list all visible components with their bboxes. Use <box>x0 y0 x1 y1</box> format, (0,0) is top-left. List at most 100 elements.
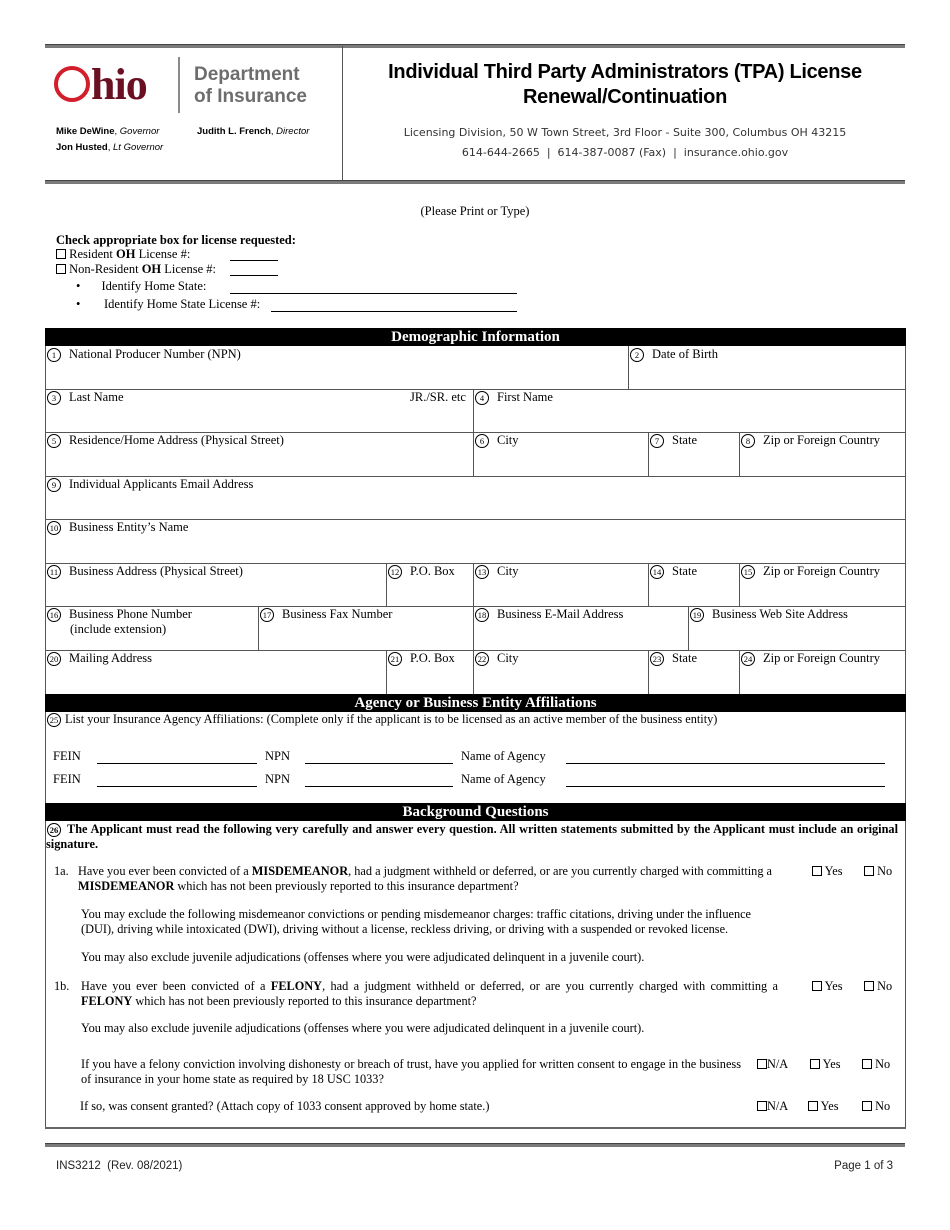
affiliations-section-header: Agency or Business Entity Affiliations <box>45 694 906 712</box>
question-1033-yes[interactable]: Yes <box>810 1057 841 1072</box>
field-mailing-state[interactable]: 23 State <box>648 650 740 695</box>
fein-input[interactable] <box>97 786 257 787</box>
print-note: (Please Print or Type) <box>420 204 530 218</box>
field-residence-address[interactable]: 5 Residence/Home Address (Physical Street… <box>45 432 474 477</box>
npn-input[interactable] <box>305 786 453 787</box>
question-consent-na[interactable]: N/A <box>757 1099 788 1114</box>
field-number-icon: 2 <box>630 348 644 362</box>
question-consent-text: If so, was consent granted? (Attach copy… <box>80 1099 490 1113</box>
checkbox[interactable] <box>812 866 822 876</box>
field-number-icon: 21 <box>388 652 402 666</box>
field-number-icon: 16 <box>47 608 61 622</box>
checkbox[interactable] <box>864 866 874 876</box>
question-1b-number: 1b. <box>54 979 70 993</box>
field-business-website[interactable]: 19 Business Web Site Address <box>688 606 906 651</box>
field-business-state[interactable]: 14 State <box>648 563 740 607</box>
question-1a-no[interactable]: No <box>864 864 892 879</box>
question-1a-yes[interactable]: Yes <box>812 864 843 879</box>
nonresident-checkbox[interactable] <box>56 264 66 274</box>
home-state-bullet: • Identify Home State: <box>76 279 207 293</box>
question-1033-no[interactable]: No <box>862 1057 890 1072</box>
field-business-po-box[interactable]: 12 P.O. Box <box>386 563 474 607</box>
field-business-entity-name[interactable]: 10 Business Entity’s Name <box>45 519 906 564</box>
resident-option: Resident OH License #: <box>56 247 190 262</box>
field-business-email[interactable]: 18 Business E-Mail Address <box>473 606 689 651</box>
agency-name-input[interactable] <box>566 786 885 787</box>
field-number-icon: 19 <box>690 608 704 622</box>
resident-license-input[interactable] <box>230 260 278 261</box>
field-business-address[interactable]: 11 Business Address (Physical Street) <box>45 563 387 607</box>
field-number-icon: 8 <box>741 434 755 448</box>
field-residence-city[interactable]: 6 City <box>473 432 649 477</box>
field-business-phone[interactable]: 16 Business Phone Number (include extensio… <box>45 606 259 651</box>
checkbox[interactable] <box>864 981 874 991</box>
field-number-icon: 6 <box>475 434 489 448</box>
question-1b-no[interactable]: No <box>864 979 892 994</box>
field-business-zip[interactable]: 15 Zip or Foreign Country <box>739 563 906 607</box>
checkbox[interactable] <box>757 1101 767 1111</box>
agency-name-input[interactable] <box>566 763 885 764</box>
npn-input[interactable] <box>305 763 453 764</box>
background-frame-left <box>45 821 46 1128</box>
form-id: INS3212 (Rev. 08/2021) <box>56 1160 183 1172</box>
demographic-section-header: Demographic Information <box>45 328 906 346</box>
field-mailing-zip[interactable]: 24 Zip or Foreign Country <box>739 650 906 695</box>
field-first-name[interactable]: 4 First Name <box>473 389 906 433</box>
checkbox[interactable] <box>862 1059 872 1069</box>
resident-checkbox[interactable] <box>56 249 66 259</box>
checkbox[interactable] <box>808 1101 818 1111</box>
question-consent-no[interactable]: No <box>862 1099 890 1114</box>
field-residence-state[interactable]: 7 State <box>648 432 740 477</box>
governor: Mike DeWine, Governor <box>56 126 160 137</box>
question-1033-na[interactable]: N/A <box>757 1057 788 1072</box>
home-state-input[interactable] <box>230 293 517 294</box>
license-heading: Check appropriate box for license reques… <box>56 233 296 247</box>
field-number-icon: 7 <box>650 434 664 448</box>
field-business-city[interactable]: 13 City <box>473 563 649 607</box>
affiliations-frame-right <box>905 712 906 803</box>
field-number-icon: 9 <box>47 478 61 492</box>
checkbox[interactable] <box>810 1059 820 1069</box>
npn-label: NPN <box>265 749 291 763</box>
field-number-icon: 26 <box>47 823 61 837</box>
field-date-of-birth[interactable]: 2 Date of Birth <box>628 346 906 390</box>
checkbox[interactable] <box>812 981 822 991</box>
office-contact: 614-644-2665 | 614-387-0087 (Fax) | insu… <box>461 146 789 159</box>
form-frame-right <box>905 346 906 694</box>
field-mailing-city[interactable]: 22 City <box>473 650 649 695</box>
checkbox[interactable] <box>862 1101 872 1111</box>
home-state-license-bullet-glyph: • <box>76 297 81 311</box>
field-last-name[interactable]: 3 Last Name JR./SR. etc <box>45 389 474 433</box>
background-section-header: Background Questions <box>45 803 906 821</box>
field-number-icon: 3 <box>47 391 61 405</box>
nonresident-license-input[interactable] <box>230 275 278 276</box>
field-number-icon: 4 <box>475 391 489 405</box>
office-address: Licensing Division, 50 W Town Street, 3r… <box>403 126 847 139</box>
field-applicant-email[interactable]: 9 Individual Applicants Email Address <box>45 476 906 520</box>
field-number-icon: 18 <box>475 608 489 622</box>
field-mailing-address[interactable]: 20 Mailing Address <box>45 650 387 695</box>
question-1b-yes[interactable]: Yes <box>812 979 843 994</box>
director-block: Judith L. French, Director <box>197 124 309 140</box>
governor-block: Mike DeWine, Governor Jon Husted, Lt Gov… <box>56 124 163 156</box>
field-number-icon: 13 <box>475 565 489 579</box>
background-frame-right <box>905 821 906 1128</box>
question-consent-yes[interactable]: Yes <box>808 1099 839 1114</box>
footer-rule <box>45 1143 905 1147</box>
field-business-fax[interactable]: 17 Business Fax Number <box>258 606 474 651</box>
field-mailing-po-box[interactable]: 21 P.O. Box <box>386 650 474 695</box>
field-number-icon: 12 <box>388 565 402 579</box>
fein-input[interactable] <box>97 763 257 764</box>
form-title: Individual Third Party Administrators (T… <box>388 61 862 108</box>
background-frame-bottom <box>45 1127 906 1129</box>
field-number-icon: 22 <box>475 652 489 666</box>
checkbox[interactable] <box>757 1059 767 1069</box>
agency-name-label: Name of Agency <box>461 772 546 786</box>
home-state-license-input[interactable] <box>271 311 517 312</box>
fein-label: FEIN <box>53 749 81 763</box>
field-residence-zip[interactable]: 8 Zip or Foreign Country <box>739 432 906 477</box>
field-npn[interactable]: 1 National Producer Number (NPN) <box>45 346 629 390</box>
field-number-icon: 20 <box>47 652 61 666</box>
question-1a-note-2: You may also exclude juvenile adjudicati… <box>81 950 645 964</box>
header-bottom-rule <box>45 180 905 184</box>
